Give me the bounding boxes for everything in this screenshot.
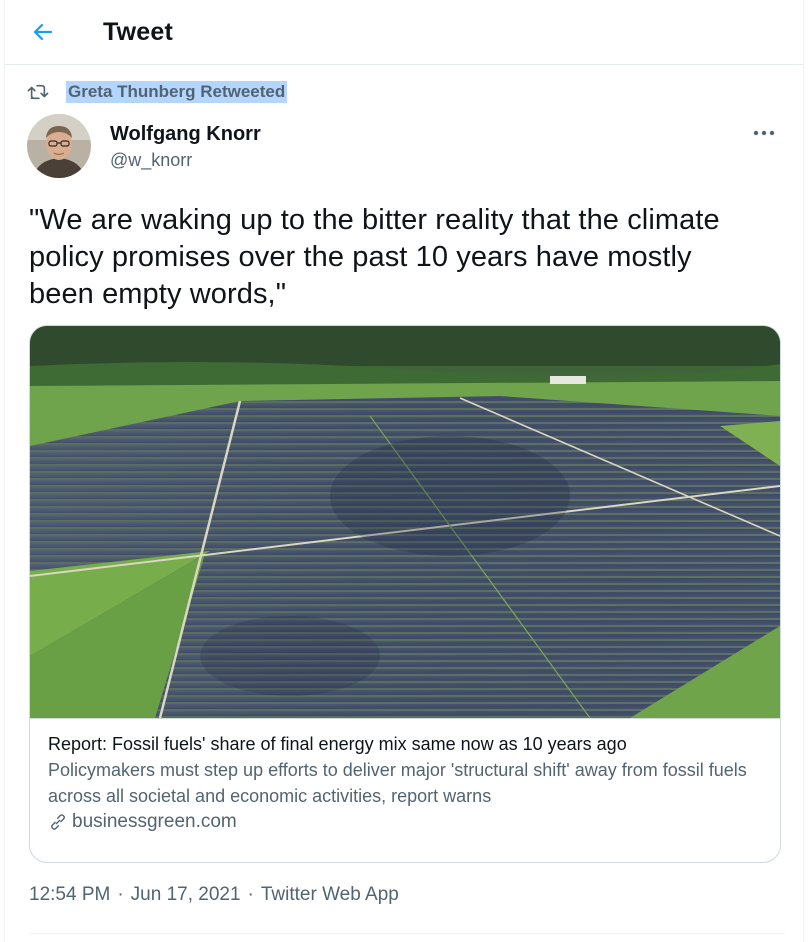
card-domain-row: businessgreen.com (48, 811, 762, 833)
card-description: Policymakers must step up efforts to del… (48, 760, 747, 806)
tweet-text: "We are waking up to the bitter reality … (29, 204, 720, 310)
tweet-page: Tweet Greta Thunberg Retweeted Wolfgang … (4, 0, 804, 942)
card-body: Report: Fossil fuels' share of final ene… (30, 719, 780, 833)
tweet-source[interactable]: Twitter Web App (261, 884, 399, 906)
avatar[interactable] (27, 114, 91, 178)
card-image (30, 326, 780, 719)
card-title: Report: Fossil fuels' share of final ene… (48, 734, 627, 754)
tweet-time[interactable]: 12:54 PM (29, 884, 110, 906)
link-preview-card[interactable]: Report: Fossil fuels' share of final ene… (29, 325, 781, 863)
author-names: Wolfgang Knorr @w_knorr (110, 121, 261, 173)
divider (29, 933, 785, 934)
more-options-button[interactable] (747, 120, 781, 146)
page-header: Tweet (5, 0, 803, 65)
meta-separator: · (247, 884, 254, 905)
retweet-icon (27, 84, 49, 100)
tweet-date[interactable]: Jun 17, 2021 (131, 884, 241, 906)
tweet-metadata: 12:54 PM · Jun 17, 2021 · Twitter Web Ap… (29, 884, 399, 906)
author-display-name[interactable]: Wolfgang Knorr (110, 121, 261, 147)
avatar-image (27, 114, 91, 178)
card-domain: businessgreen.com (72, 811, 237, 832)
page-title: Tweet (103, 17, 173, 46)
author-handle[interactable]: @w_knorr (110, 147, 261, 173)
author-row: Wolfgang Knorr @w_knorr (27, 114, 785, 178)
meta-separator: · (117, 884, 124, 905)
back-arrow-icon (33, 23, 53, 41)
link-icon (51, 814, 65, 830)
more-dots-icon (753, 130, 775, 136)
back-button[interactable] (25, 14, 61, 50)
retweeted-by-label[interactable]: Greta Thunberg Retweeted (66, 81, 288, 103)
social-context: Greta Thunberg Retweeted (27, 81, 288, 103)
